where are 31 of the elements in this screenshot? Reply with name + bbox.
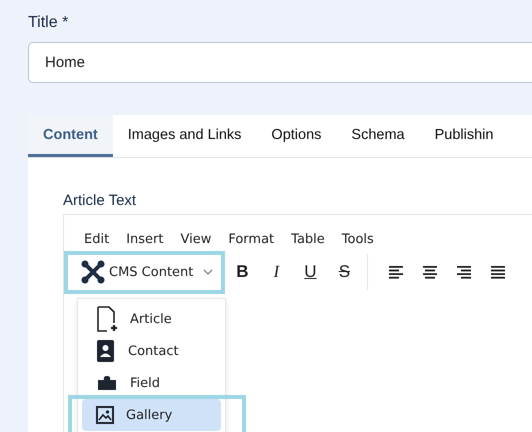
- menu-item[interactable]: Edit: [76, 229, 118, 249]
- bold-button[interactable]: B: [225, 257, 260, 287]
- italic-button[interactable]: I: [259, 257, 294, 287]
- caret-icon: [203, 269, 214, 275]
- underline-button[interactable]: U: [293, 257, 328, 287]
- title-label: Title *: [28, 14, 70, 33]
- dropdown-item[interactable]: Contact: [82, 335, 221, 367]
- title-input[interactable]: Home: [28, 42, 532, 83]
- dropdown-item[interactable]: Field: [82, 367, 221, 399]
- dropdown-item-label: Gallery: [126, 408, 172, 422]
- tab[interactable]: Content: [28, 115, 113, 157]
- image-icon: [96, 406, 114, 424]
- dropdown-item-label: Field: [130, 376, 160, 390]
- align-justify-icon: [489, 265, 506, 279]
- align-center-icon: [421, 265, 438, 279]
- dropdown-item[interactable]: Gallery: [82, 399, 221, 431]
- dropdown-item-label: Article: [130, 312, 172, 326]
- menu-item[interactable]: Insert: [118, 229, 172, 249]
- cms-logo-icon: [81, 260, 105, 284]
- menu-item[interactable]: Tools: [334, 229, 382, 249]
- menu-item[interactable]: View: [172, 229, 220, 249]
- strike-button[interactable]: S: [327, 257, 362, 287]
- menu-item[interactable]: Format: [220, 229, 282, 249]
- dropdown-item-label: Contact: [128, 344, 179, 358]
- article-text-label: Article Text: [63, 192, 138, 211]
- dropdown-item[interactable]: Article: [82, 303, 221, 335]
- align-left-icon: [387, 265, 404, 279]
- align-right-icon: [455, 265, 472, 279]
- document-plus-icon: [96, 306, 118, 332]
- address-book-icon: [96, 339, 116, 363]
- menu-item[interactable]: Table: [283, 229, 333, 249]
